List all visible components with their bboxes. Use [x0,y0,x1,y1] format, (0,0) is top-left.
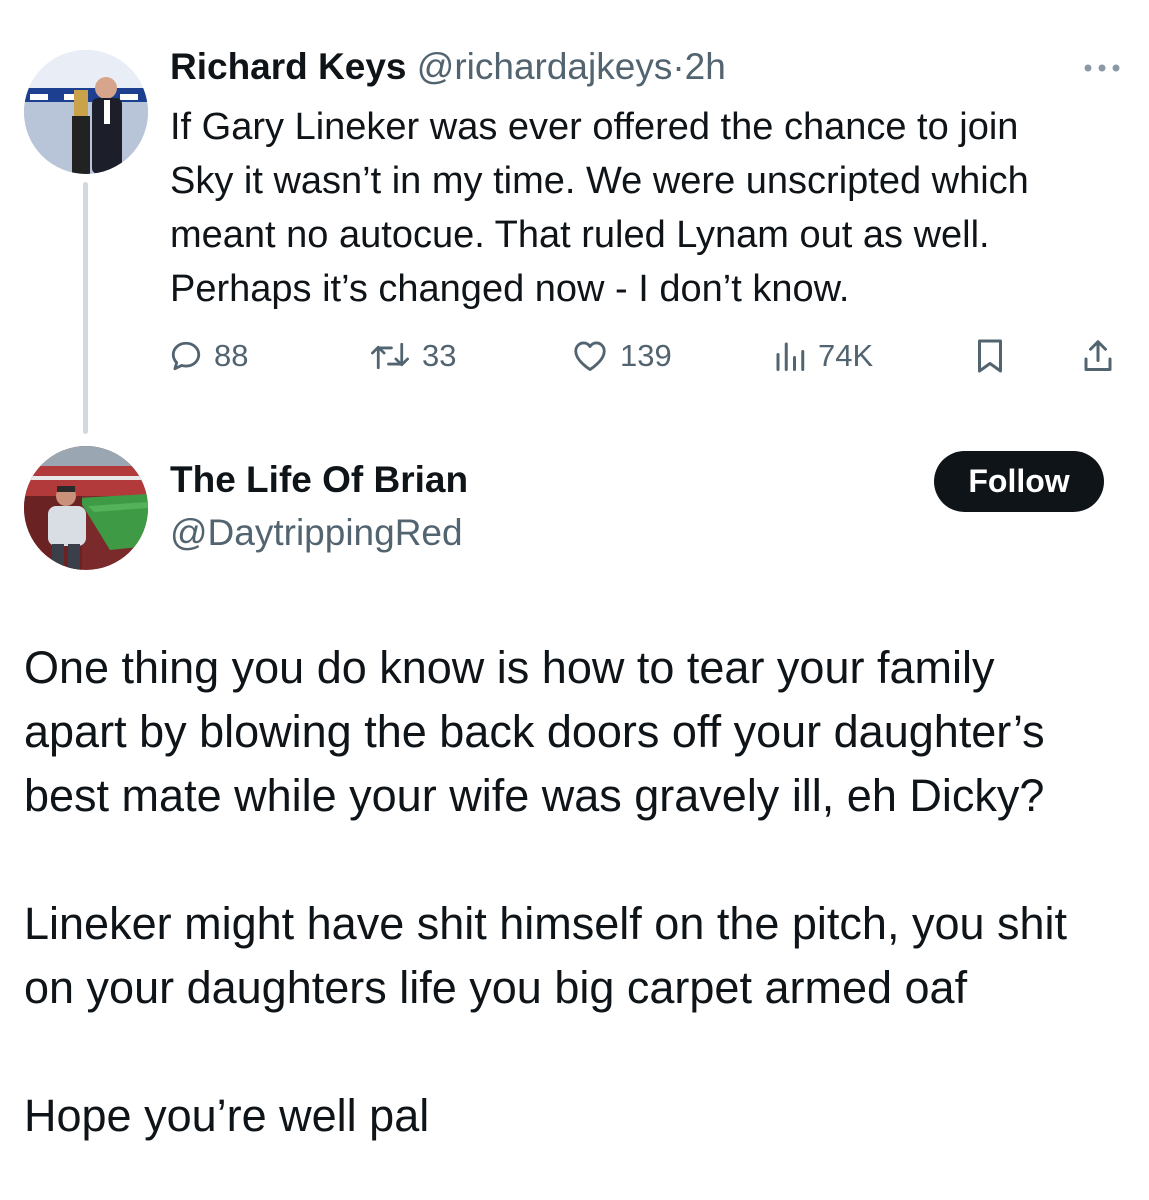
follow-button[interactable]: Follow [934,451,1104,512]
reply-text-line: apart by blowing the back doors off your… [24,706,1045,757]
retweet-count: 33 [422,338,457,373]
tweet-header: Richard Keys @richardajkeys·2h [170,46,726,88]
tweet-text: If Gary Lineker was ever offered the cha… [170,100,1130,316]
tweet-action-bar: 88 33 139 74K [168,332,1128,382]
reply-text-line: Lineker might have shit himself on the p… [24,898,1068,949]
views-button[interactable]: 74K [772,332,873,380]
reply-text: One thing you do know is how to tear you… [24,636,1134,1148]
author-handle[interactable]: @DaytrippingRed [170,512,463,554]
tweet-text-line: meant no autocue. That ruled Lynam out a… [170,214,990,256]
the-life-of-brian-avatar[interactable] [24,446,148,570]
views-count: 74K [818,338,874,373]
tweet-time[interactable]: 2h [685,46,726,87]
author-name[interactable]: Richard Keys [170,46,407,87]
retweet-icon [371,342,409,370]
reply-text-line: on your daughters life you big carpet ar… [24,962,968,1013]
like-count: 139 [620,338,672,373]
reply-text-line: Hope you’re well pal [24,1090,430,1141]
header-separator: · [672,46,685,87]
reply-button[interactable]: 88 [168,332,248,380]
bookmark-button[interactable] [972,332,1018,380]
reply-count: 88 [214,338,249,373]
reply-text-line: One thing you do know is how to tear you… [24,642,995,693]
author-handle[interactable]: @richardajkeys [417,46,673,87]
share-icon [1084,340,1112,371]
heart-icon [574,341,606,371]
retweet-button[interactable]: 33 [368,332,456,380]
author-name[interactable]: The Life Of Brian [170,459,468,501]
bookmark-icon [978,339,1002,373]
share-button[interactable] [1080,332,1126,380]
reply-text-line: best mate while your wife was gravely il… [24,770,1045,821]
tweet-text-line: If Gary Lineker was ever offered the cha… [170,106,1019,148]
thread-connector-line [83,182,88,434]
analytics-icon [776,342,805,371]
like-button[interactable]: 139 [570,332,672,380]
tweet-text-line: Perhaps it’s changed now - I don’t know. [170,268,850,310]
reply-icon [171,341,201,371]
richard-keys-avatar[interactable] [24,50,148,174]
ellipsis-icon[interactable] [1082,60,1122,76]
tweet-text-line: Sky it wasn’t in my time. We were unscri… [170,160,1029,202]
